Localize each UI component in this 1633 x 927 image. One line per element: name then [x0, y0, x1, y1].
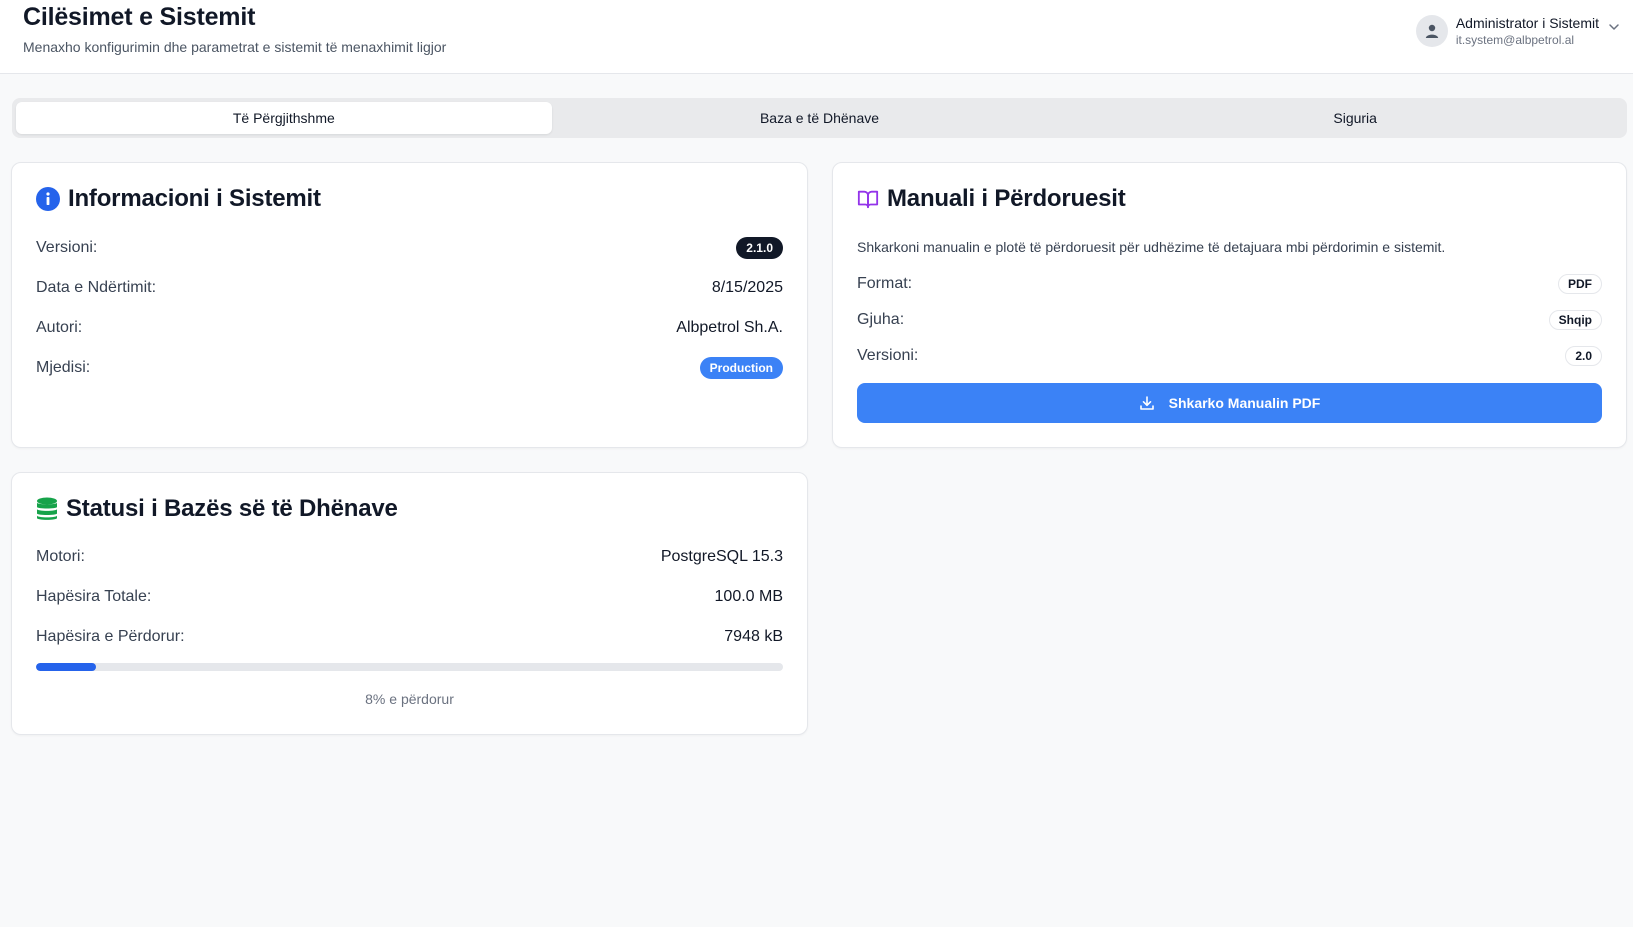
tab-security[interactable]: Siguria	[1087, 102, 1623, 134]
user-name: Administrator i Sistemit	[1455, 15, 1599, 31]
total-space-row: Hapësira Totale: 100.0 MB	[36, 584, 783, 610]
used-space-row: Hapësira e Përdorur: 7948 kB	[36, 624, 783, 650]
engine-value: PostgreSQL 15.3	[660, 548, 783, 565]
database-status-card: Statusi i Bazës së të Dhënave Motori: Po…	[11, 472, 808, 735]
engine-label: Motori:	[36, 548, 85, 565]
environment-badge: Production	[699, 357, 783, 379]
database-status-title: Statusi i Bazës së të Dhënave	[66, 495, 398, 522]
usage-progress-fill	[36, 663, 96, 671]
total-space-value: 100.0 MB	[714, 588, 783, 605]
download-manual-label: Shkarko Manualin PDF	[1168, 395, 1321, 411]
book-open-icon	[857, 188, 879, 210]
settings-tabs: Të Përgjithshme Baza e të Dhënave Siguri…	[12, 98, 1627, 138]
user-manual-card: Manuali i Përdoruesit Shkarkoni manualin…	[832, 162, 1627, 448]
download-icon	[1139, 395, 1155, 411]
manual-version-label: Versioni:	[857, 347, 919, 364]
language-row: Gjuha: Shqip	[857, 307, 1602, 333]
format-row: Format: PDF	[857, 271, 1602, 297]
format-badge: PDF	[1558, 274, 1602, 294]
author-label: Autori:	[36, 319, 83, 336]
environment-label: Mjedisi:	[36, 359, 91, 376]
download-manual-button[interactable]: Shkarko Manualin PDF	[857, 383, 1602, 423]
author-row: Autori: Albpetrol Sh.A.	[36, 315, 783, 341]
build-date-row: Data e Ndërtimit: 8/15/2025	[36, 275, 783, 301]
page-title: Cilësimet e Sistemit	[23, 3, 256, 31]
manual-version-row: Versioni: 2.0	[857, 343, 1602, 369]
engine-row: Motori: PostgreSQL 15.3	[36, 544, 783, 570]
environment-row: Mjedisi: Production	[36, 355, 783, 381]
version-badge: 2.1.0	[736, 237, 783, 259]
info-icon	[36, 187, 60, 211]
page-header: Cilësimet e Sistemit Menaxho konfigurimi…	[0, 0, 1633, 74]
used-space-value: 7948 kB	[724, 628, 783, 645]
avatar[interactable]	[1415, 15, 1448, 47]
system-info-title: Informacioni i Sistemit	[68, 185, 321, 212]
user-icon	[1425, 24, 1439, 38]
version-label: Versioni:	[36, 239, 98, 256]
tab-database[interactable]: Baza e të Dhënave	[552, 102, 1088, 134]
build-date-value: 8/15/2025	[711, 279, 783, 296]
user-manual-title: Manuali i Përdoruesit	[887, 185, 1126, 212]
manual-version-badge: 2.0	[1565, 346, 1602, 366]
language-badge: Shqip	[1548, 310, 1602, 330]
tab-general[interactable]: Të Përgjithshme	[16, 102, 552, 134]
database-icon	[36, 497, 58, 521]
usage-progress-text: 8% e përdorur	[365, 691, 454, 707]
total-space-label: Hapësira Totale:	[36, 588, 152, 605]
used-space-label: Hapësira e Përdorur:	[36, 628, 185, 645]
version-row: Versioni: 2.1.0	[36, 235, 783, 261]
author-value: Albpetrol Sh.A.	[676, 319, 783, 336]
user-manual-description: Shkarkoni manualin e plotë të përdoruesi…	[857, 239, 1446, 255]
chevron-down-icon[interactable]	[1607, 20, 1621, 39]
page-subtitle: Menaxho konfigurimin dhe parametrat e si…	[23, 39, 447, 55]
usage-progress-bar	[36, 663, 783, 671]
system-info-card: Informacioni i Sistemit Versioni: 2.1.0 …	[11, 162, 808, 448]
user-menu[interactable]: Administrator i Sistemit it.system@albpe…	[1415, 11, 1621, 51]
build-date-label: Data e Ndërtimit:	[36, 279, 157, 296]
format-label: Format:	[857, 275, 913, 292]
user-email: it.system@albpetrol.al	[1455, 33, 1575, 47]
language-label: Gjuha:	[857, 311, 905, 328]
